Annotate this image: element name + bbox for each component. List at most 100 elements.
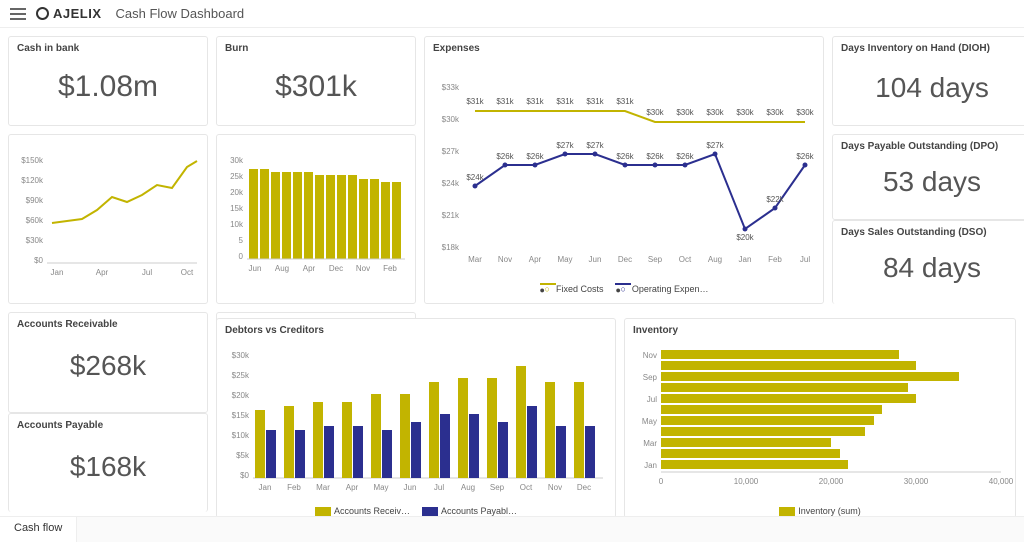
value-dso: 84 days	[833, 252, 1024, 284]
svg-text:$31k: $31k	[586, 97, 604, 106]
svg-text:$26k: $26k	[616, 152, 634, 161]
value-burn: $301k	[217, 70, 415, 104]
svg-text:May: May	[373, 483, 388, 492]
value-dioh: 104 days	[833, 72, 1024, 104]
svg-text:$30k: $30k	[442, 115, 460, 124]
label-ar: Accounts Receivable	[9, 313, 207, 336]
svg-text:$26k: $26k	[646, 152, 664, 161]
card-debtors-creditors-wide: Debtors vs Creditors $30k $25k $20k $15k…	[216, 318, 616, 518]
brand-logo: AJELIX	[36, 6, 102, 21]
svg-text:Nov: Nov	[643, 351, 657, 360]
value-ar: $268k	[9, 350, 207, 382]
svg-text:$150k: $150k	[21, 156, 44, 165]
menu-icon[interactable]	[10, 8, 26, 20]
svg-text:$30k: $30k	[676, 108, 694, 117]
card-burn: Burn $301k	[216, 36, 416, 126]
svg-text:May: May	[557, 255, 572, 264]
chart-burn-trend: 30k 25k 20k 15k 10k 5 0 Jun	[217, 135, 416, 304]
svg-text:Jun: Jun	[249, 264, 262, 273]
svg-text:15k: 15k	[230, 204, 244, 213]
svg-text:Sep: Sep	[643, 373, 658, 382]
svg-text:$60k: $60k	[26, 216, 44, 225]
svg-text:Apr: Apr	[529, 255, 542, 264]
chart-cash-trend: $150k $120k $90k $60k $30k $0 Jan Apr Ju…	[9, 135, 208, 304]
svg-text:$30k: $30k	[766, 108, 784, 117]
label-cash-in-bank: Cash in bank	[9, 37, 207, 60]
label-debtors-wide: Debtors vs Creditors	[217, 319, 615, 342]
svg-text:Jul: Jul	[800, 255, 810, 264]
value-dpo: 53 days	[833, 166, 1024, 198]
svg-text:Apr: Apr	[96, 268, 109, 277]
chart-expenses: $18k $21k $24k $27k $30k $33k $31k $31k $…	[425, 60, 824, 280]
svg-text:20k: 20k	[230, 188, 244, 197]
tab-cash-flow[interactable]: Cash flow	[0, 517, 77, 542]
svg-text:$90k: $90k	[26, 196, 44, 205]
bottom-tabs: Cash flow	[0, 516, 1024, 542]
svg-text:$31k: $31k	[616, 97, 634, 106]
svg-text:$27k: $27k	[586, 141, 604, 150]
card-ar: Accounts Receivable $268k	[8, 312, 208, 413]
svg-text:$26k: $26k	[796, 152, 814, 161]
card-inventory: Inventory Nov Sep Jul May Mar Jan	[624, 318, 1016, 518]
svg-text:Jan: Jan	[259, 483, 272, 492]
svg-text:10,000: 10,000	[734, 477, 759, 486]
svg-text:Jan: Jan	[644, 461, 657, 470]
svg-text:0: 0	[239, 252, 244, 261]
svg-text:Apr: Apr	[303, 264, 316, 273]
label-inventory: Inventory	[625, 319, 1015, 342]
svg-text:Mar: Mar	[468, 255, 482, 264]
svg-text:0: 0	[659, 477, 664, 486]
chart-inventory: Nov Sep Jul May Mar Jan 0 10,000 20,000 …	[625, 342, 1015, 502]
value-cash-in-bank: $1.08m	[9, 70, 207, 104]
svg-text:Sep: Sep	[648, 255, 663, 264]
svg-text:$31k: $31k	[526, 97, 544, 106]
svg-text:Aug: Aug	[461, 483, 475, 492]
svg-text:25k: 25k	[230, 172, 244, 181]
svg-text:$120k: $120k	[21, 176, 44, 185]
svg-text:$30k: $30k	[232, 351, 250, 360]
svg-text:$27k: $27k	[706, 141, 724, 150]
legend-expenses: ●○Fixed Costs ●○Operating Expen…	[425, 280, 823, 298]
svg-text:20,000: 20,000	[819, 477, 844, 486]
svg-text:$30k: $30k	[26, 236, 44, 245]
svg-text:$18k: $18k	[442, 243, 460, 252]
svg-text:Oct: Oct	[520, 483, 533, 492]
label-burn: Burn	[217, 37, 415, 60]
svg-text:Oct: Oct	[181, 268, 194, 277]
value-ap: $168k	[9, 451, 207, 483]
logo-icon	[36, 7, 49, 20]
svg-text:Feb: Feb	[383, 264, 397, 273]
card-dioh: Days Inventory on Hand (DIOH) 104 days	[832, 36, 1024, 126]
svg-text:Nov: Nov	[498, 255, 512, 264]
svg-text:$31k: $31k	[466, 97, 484, 106]
svg-text:Mar: Mar	[316, 483, 330, 492]
svg-text:Dec: Dec	[618, 255, 632, 264]
card-cash-trend: $150k $120k $90k $60k $30k $0 Jan Apr Ju…	[8, 134, 208, 304]
svg-text:Jan: Jan	[51, 268, 64, 277]
svg-text:$26k: $26k	[496, 152, 514, 161]
svg-text:$0: $0	[240, 471, 249, 480]
svg-text:Apr: Apr	[346, 483, 359, 492]
svg-text:$10k: $10k	[232, 431, 250, 440]
brand-text: AJELIX	[53, 6, 102, 21]
svg-text:$30k: $30k	[796, 108, 814, 117]
svg-text:$21k: $21k	[442, 211, 460, 220]
svg-text:40,000: 40,000	[989, 477, 1014, 486]
chart-debtors: $30k $25k $20k $15k $10k $5k $0	[217, 342, 615, 502]
page-title: Cash Flow Dashboard	[116, 6, 245, 21]
svg-text:Aug: Aug	[275, 264, 289, 273]
svg-text:30k: 30k	[230, 156, 244, 165]
label-dpo: Days Payable Outstanding (DPO)	[833, 135, 1024, 158]
svg-text:$33k: $33k	[442, 83, 460, 92]
svg-text:$24k: $24k	[466, 173, 484, 182]
svg-text:$20k: $20k	[736, 233, 754, 242]
svg-text:30,000: 30,000	[904, 477, 929, 486]
card-ap: Accounts Payable $168k	[8, 413, 208, 513]
svg-text:$0: $0	[34, 256, 43, 265]
svg-text:$26k: $26k	[526, 152, 544, 161]
svg-text:Nov: Nov	[548, 483, 562, 492]
svg-text:Jun: Jun	[404, 483, 417, 492]
svg-text:10k: 10k	[230, 220, 244, 229]
svg-text:Feb: Feb	[768, 255, 782, 264]
svg-text:$20k: $20k	[232, 391, 250, 400]
